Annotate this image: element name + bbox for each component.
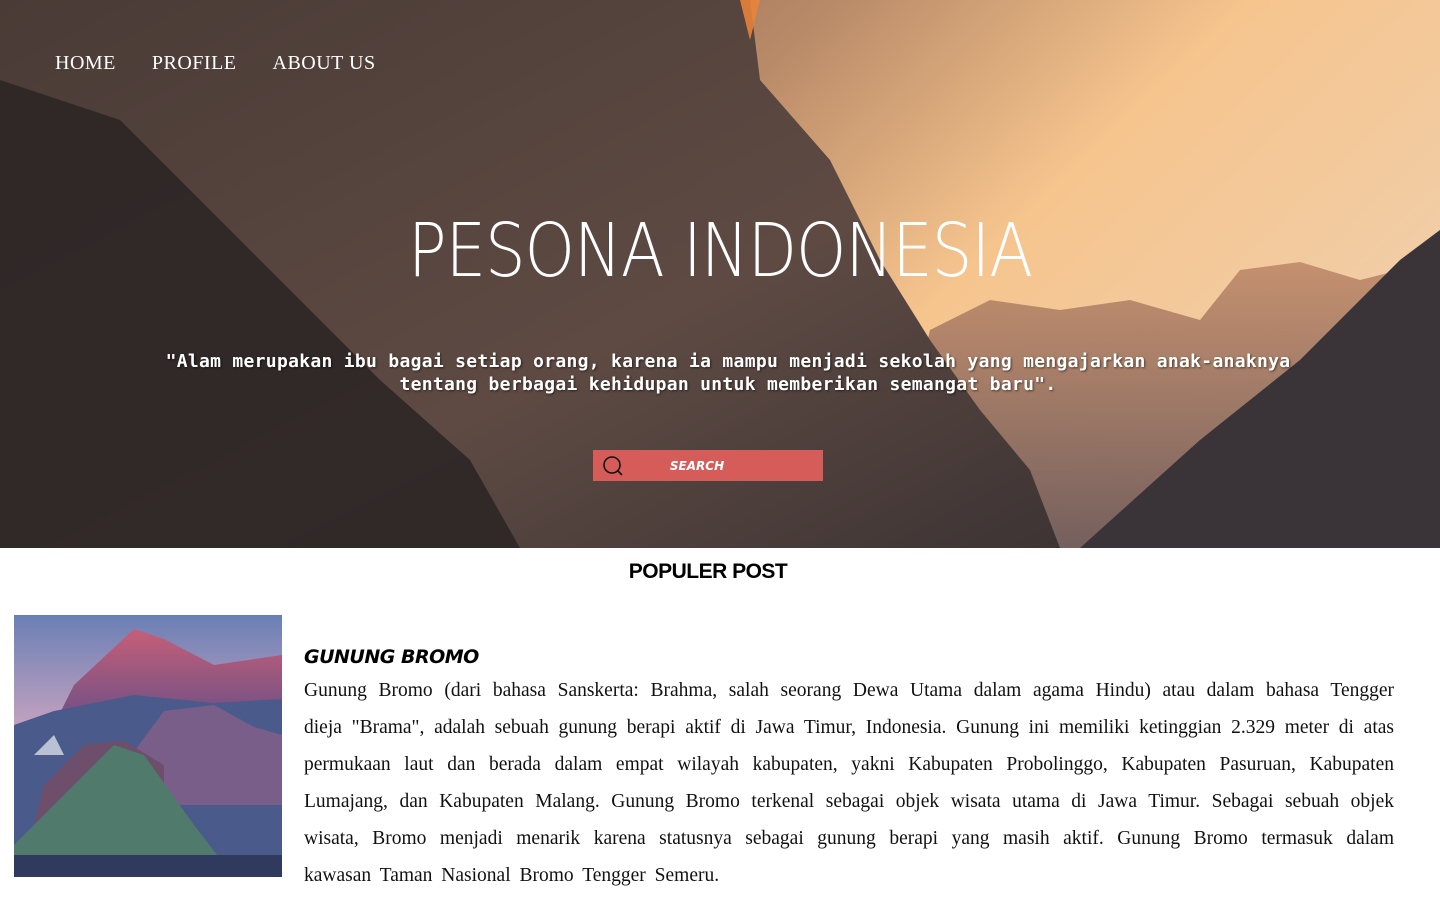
popular-post-heading: POPULER POST	[628, 560, 788, 583]
search-icon[interactable]	[593, 450, 633, 481]
nav-profile-link[interactable]: PROFILE	[152, 52, 237, 75]
nav-home-link[interactable]: HOME	[55, 52, 116, 75]
bromo-post-image[interactable]	[14, 615, 282, 877]
search-bar[interactable]	[593, 450, 823, 481]
hero-banner: HOME PROFILE ABOUT US PESONA INDONESIA "…	[0, 0, 1440, 548]
post-body: Gunung Bromo (dari bahasa Sanskerta: Bra…	[304, 680, 1394, 886]
main-nav: HOME PROFILE ABOUT US	[55, 52, 376, 75]
post-title[interactable]: GUNUNG BROMO	[304, 646, 479, 668]
nav-about-us-link[interactable]: ABOUT US	[273, 52, 376, 75]
site-title: PESONA INDONESIA	[407, 209, 1033, 295]
hero-quote: "Alam merupakan ibu bagai setiap orang, …	[165, 351, 1291, 395]
search-input[interactable]	[633, 450, 813, 481]
